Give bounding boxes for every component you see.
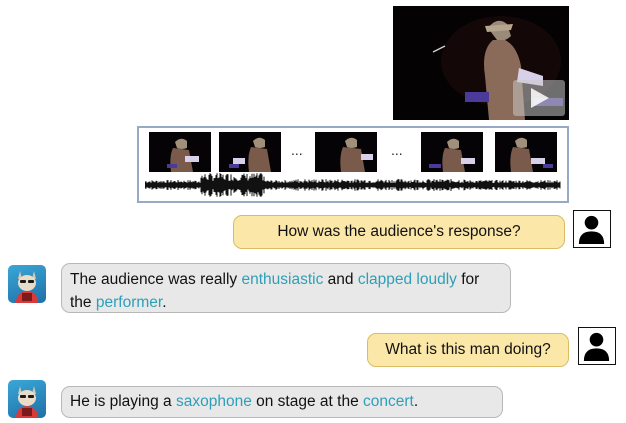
user-message-text: How was the audience's response? xyxy=(277,223,521,240)
user-message: What is this man doing? xyxy=(367,333,569,367)
person-icon xyxy=(573,210,611,248)
waveform-path xyxy=(145,173,561,197)
message-text: and xyxy=(323,271,358,288)
video-thumbnail[interactable] xyxy=(393,6,569,120)
person-icon xyxy=(578,327,616,365)
message-text: The audience was really xyxy=(70,271,242,288)
keyword-text: saxophone xyxy=(175,393,252,410)
video-frame xyxy=(149,132,211,172)
keyword-text: clapped loudly xyxy=(357,271,457,288)
message-text: the xyxy=(70,294,96,311)
assistant-message: The audience was really enthusiastic and… xyxy=(61,263,511,313)
llama-avatar xyxy=(8,380,46,418)
assistant-message: He is playing a saxophone on stage at th… xyxy=(61,386,503,418)
keyword-text: concert xyxy=(363,393,414,410)
video-frame xyxy=(315,132,377,172)
video-frame xyxy=(219,132,281,172)
video-frame xyxy=(421,132,483,172)
message-text: . xyxy=(413,393,419,410)
audio-waveform xyxy=(145,173,561,197)
video-frame xyxy=(495,132,557,172)
message-text: on stage at the xyxy=(251,393,363,410)
keyword-text: enthusiastic xyxy=(241,271,324,288)
play-icon[interactable] xyxy=(513,80,565,116)
ellipsis: ... xyxy=(391,142,403,158)
assistant-message-line: The audience was really enthusiastic and… xyxy=(70,268,502,291)
assistant-message-line: the performer. xyxy=(70,291,502,314)
video-audio-strip: ... ... xyxy=(137,126,569,203)
message-text: He is playing a xyxy=(70,393,176,410)
message-text: for xyxy=(456,271,480,288)
user-message-text: What is this man doing? xyxy=(385,341,551,358)
keyword-text: performer xyxy=(95,294,163,311)
user-message: How was the audience's response? xyxy=(233,215,565,249)
llama-avatar xyxy=(8,265,46,303)
message-text: . xyxy=(162,294,167,311)
ellipsis: ... xyxy=(291,142,303,158)
